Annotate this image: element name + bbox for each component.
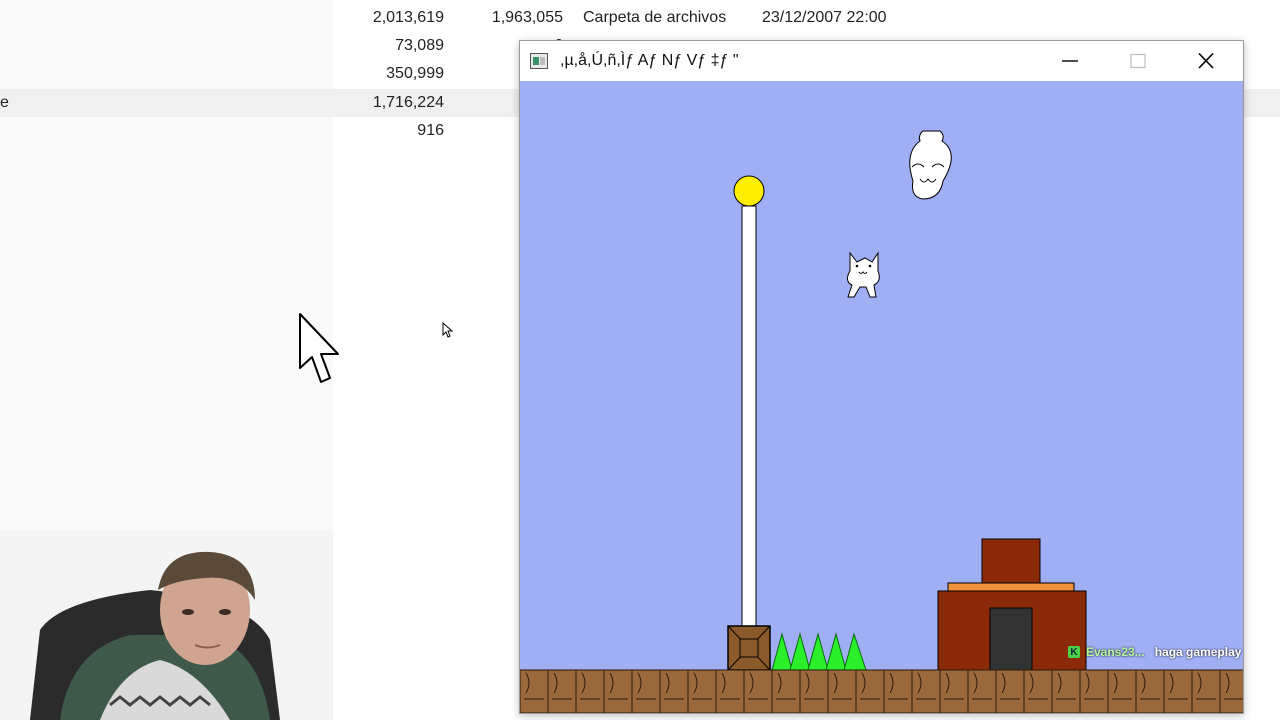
flagpole-ball <box>733 175 765 207</box>
app-window-icon <box>530 53 548 69</box>
file-size: 2,013,619 <box>372 9 444 26</box>
file-size-2: 1,963,055 <box>491 9 563 26</box>
file-size: 350,999 <box>386 65 444 82</box>
webcam-overlay <box>0 530 333 720</box>
minimize-icon <box>1062 60 1078 62</box>
game-canvas[interactable]: K Evans23... haga gameplay <box>520 81 1243 713</box>
maximize-icon <box>1130 53 1146 69</box>
file-date: 23/12/2007 22:00 <box>762 9 887 26</box>
brick-ground <box>520 669 1243 713</box>
maximize-button[interactable] <box>1108 41 1168 81</box>
close-button[interactable] <box>1176 41 1236 81</box>
file-row[interactable]: 2,013,619 1,963,055 Carpeta de archivos … <box>0 4 1280 32</box>
minimize-button[interactable] <box>1040 41 1100 81</box>
game-scene <box>520 81 1243 713</box>
mouse-cursor-small-icon <box>442 322 454 338</box>
close-icon <box>1198 53 1214 69</box>
file-size: 73,089 <box>395 37 444 54</box>
file-name: e <box>0 94 9 111</box>
sky <box>520 81 1243 713</box>
chat-overlay: K Evans23... haga gameplay <box>1068 643 1241 661</box>
title-bar[interactable]: ,µ,å,Ú,ñ,Ìƒ Aƒ Nƒ Vƒ ‡ƒ " <box>520 41 1243 81</box>
chat-message: haga gameplay <box>1154 645 1242 659</box>
kick-icon: K <box>1068 646 1080 658</box>
mouse-cursor-icon <box>299 313 339 383</box>
window-title: ,µ,å,Ú,ñ,Ìƒ Aƒ Nƒ Vƒ ‡ƒ " <box>560 52 739 69</box>
file-size: 1,716,224 <box>372 94 444 111</box>
file-size: 916 <box>417 122 444 139</box>
file-type: Carpeta de archivos <box>583 9 727 26</box>
game-window[interactable]: ,µ,å,Ú,ñ,Ìƒ Aƒ Nƒ Vƒ ‡ƒ " K Evans23... h… <box>519 40 1244 714</box>
castle-door <box>989 607 1033 672</box>
chat-username: Evans23... <box>1086 645 1145 659</box>
